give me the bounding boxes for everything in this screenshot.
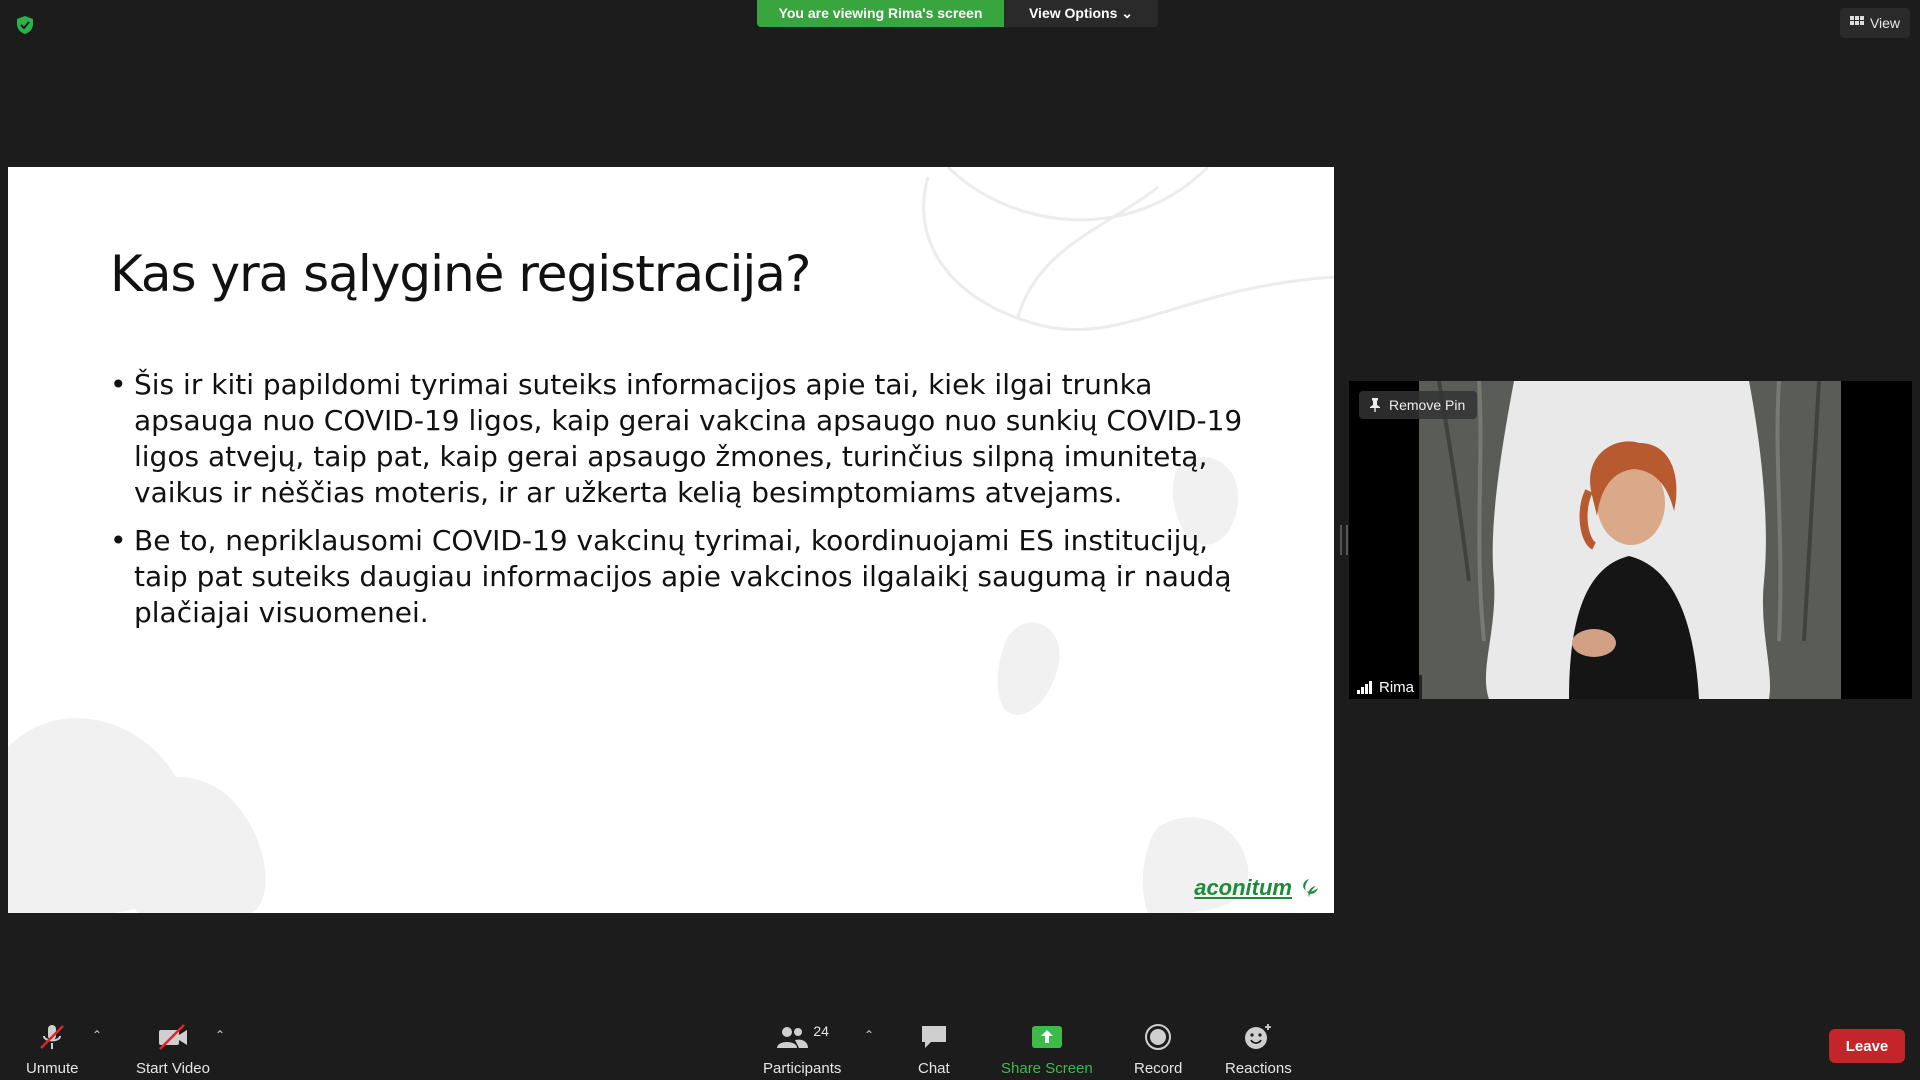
chat-bubble-icon xyxy=(921,1026,946,1048)
shared-screen-slide: Kas yra sąlyginė registracija? Šis ir ki… xyxy=(8,167,1334,913)
share-screen-label: Share Screen xyxy=(1001,1060,1093,1077)
video-scene-image xyxy=(1419,381,1841,699)
participants-label: Participants xyxy=(763,1060,842,1077)
aconitum-leaf-icon xyxy=(1303,879,1318,897)
panel-resize-handle[interactable] xyxy=(1340,525,1348,555)
reactions-button[interactable]: Reactions xyxy=(1225,1020,1292,1077)
remove-pin-button[interactable]: Remove Pin xyxy=(1359,391,1478,419)
chat-label: Chat xyxy=(918,1060,950,1077)
participant-name-tag: Rima xyxy=(1349,675,1423,699)
slide-title: Kas yra sąlyginė registracija? xyxy=(110,245,811,303)
chevron-down-icon: ⌄ xyxy=(1121,5,1134,21)
aconitum-logo-text: aconitum xyxy=(1194,875,1292,900)
participants-options-caret-icon[interactable]: ⌃ xyxy=(864,1028,874,1042)
viewing-screen-label: You are viewing Rima's screen xyxy=(757,0,1004,27)
grid-icon xyxy=(1849,16,1864,25)
video-camera-off-icon xyxy=(158,1024,187,1050)
participants-button[interactable]: 24 Participants xyxy=(763,1020,841,1077)
view-label: View xyxy=(1869,15,1901,31)
record-icon xyxy=(1145,1024,1172,1050)
pin-icon xyxy=(1370,398,1380,412)
reactions-smiley-icon xyxy=(1245,1024,1272,1049)
participants-icon xyxy=(777,1027,809,1048)
start-video-label: Start Video xyxy=(136,1060,210,1077)
participant-video-feed xyxy=(1419,381,1841,699)
remove-pin-label: Remove Pin xyxy=(1389,397,1466,413)
view-options-label: View Options xyxy=(1028,5,1118,21)
participant-video-tile[interactable]: Remove Pin Rima xyxy=(1349,381,1912,699)
slide-bullet: Šis ir kiti papildomi tyrimai suteiks in… xyxy=(110,367,1260,511)
meeting-toolbar: Unmute ⌃ Start Video ⌃ 24 Participants ⌃ xyxy=(0,1010,1920,1080)
share-screen-button[interactable]: Share Screen xyxy=(1001,1020,1093,1077)
reactions-label: Reactions xyxy=(1225,1060,1292,1077)
participant-name: Rima xyxy=(1379,678,1415,696)
audio-options-caret-icon[interactable]: ⌃ xyxy=(92,1028,102,1042)
start-video-button[interactable]: Start Video xyxy=(136,1020,210,1077)
security-shield-icon[interactable] xyxy=(14,14,36,36)
view-layout-button[interactable]: View xyxy=(1840,8,1910,38)
participants-count: 24 xyxy=(813,1023,829,1039)
unmute-label: Unmute xyxy=(26,1060,79,1077)
view-options-button[interactable]: View Options ⌄ xyxy=(1004,0,1158,27)
aconitum-logo: aconitum xyxy=(1194,875,1320,901)
video-options-caret-icon[interactable]: ⌃ xyxy=(215,1028,225,1042)
microphone-muted-icon xyxy=(40,1025,65,1049)
chat-button[interactable]: Chat xyxy=(918,1020,950,1077)
unmute-button[interactable]: Unmute xyxy=(26,1020,79,1077)
slide-bullet-list: Šis ir kiti papildomi tyrimai suteiks in… xyxy=(110,367,1260,643)
share-screen-icon xyxy=(1031,1026,1062,1048)
signal-strength-icon xyxy=(1357,680,1372,694)
record-button[interactable]: Record xyxy=(1134,1020,1182,1077)
slide-bullet: Be to, nepriklausomi COVID-19 vakcinų ty… xyxy=(110,523,1260,631)
screen-share-banner: You are viewing Rima's screen View Optio… xyxy=(757,0,1158,27)
record-label: Record xyxy=(1134,1060,1183,1077)
leave-meeting-button[interactable]: Leave xyxy=(1829,1029,1905,1063)
